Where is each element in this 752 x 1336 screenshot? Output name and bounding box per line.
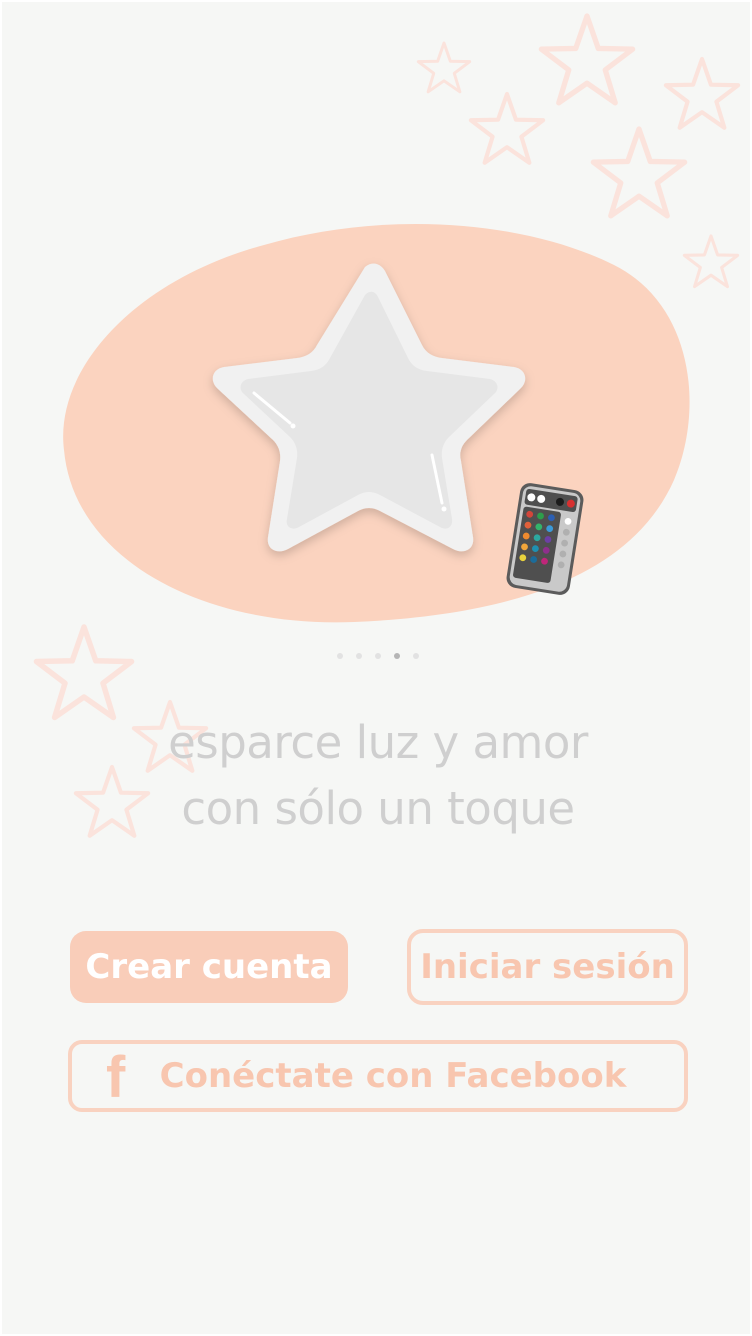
create-account-button[interactable]: Crear cuenta xyxy=(70,931,348,1003)
tagline-line-2: con sólo un toque xyxy=(181,782,575,835)
tagline-line-1: esparce luz y amor xyxy=(168,716,588,769)
login-button[interactable]: Iniciar sesión xyxy=(407,929,688,1005)
facebook-login-label: Conéctate con Facebook xyxy=(159,1056,627,1096)
welcome-screen: esparce luz y amor con sólo un toque Cre… xyxy=(2,2,750,1334)
login-label: Iniciar sesión xyxy=(420,947,675,987)
remote-control-icon xyxy=(506,483,584,595)
carousel-page-indicator[interactable] xyxy=(2,653,750,659)
page-dot-3[interactable] xyxy=(375,653,381,659)
page-dot-4-active[interactable] xyxy=(394,653,400,659)
page-dot-2[interactable] xyxy=(356,653,362,659)
star-lamp-icon xyxy=(212,263,526,552)
facebook-icon: f xyxy=(106,1045,126,1110)
page-dot-5[interactable] xyxy=(413,653,419,659)
facebook-login-button[interactable]: f Conéctate con Facebook xyxy=(68,1040,688,1112)
tagline: esparce luz y amor con sólo un toque xyxy=(2,710,750,842)
page-dot-1[interactable] xyxy=(337,653,343,659)
create-account-label: Crear cuenta xyxy=(85,947,333,987)
